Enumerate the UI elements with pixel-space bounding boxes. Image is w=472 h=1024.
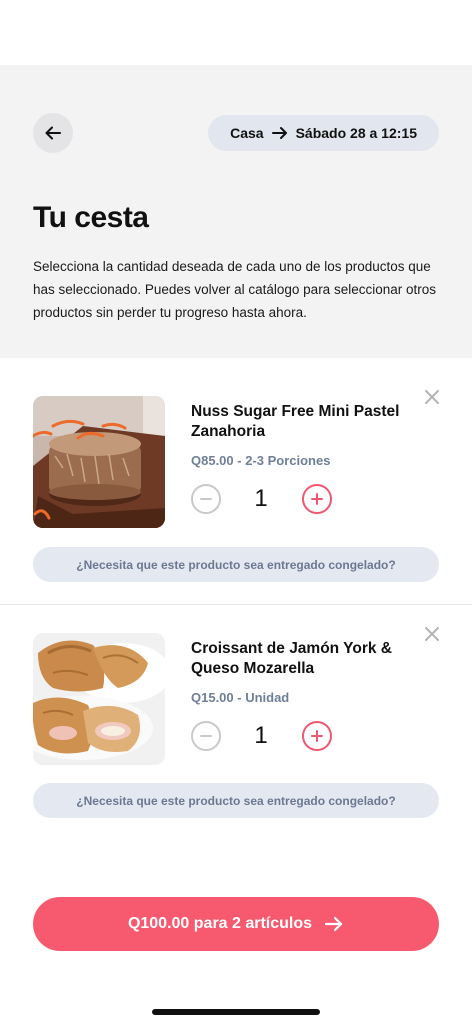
cart-item: Croissant de Jamón York & Queso Mozarell… (0, 604, 472, 844)
checkout-label: Q100.00 para 2 artículos (127, 915, 313, 932)
cart-item: Nuss Sugar Free Mini Pastel Zanahoria Q8… (0, 358, 472, 604)
delivery-location: Casa (230, 125, 264, 141)
product-price: Q85.00 - 2-3 Porciones (191, 453, 331, 468)
frozen-delivery-toggle[interactable]: ¿Necesita que este producto sea entregad… (33, 783, 439, 818)
product-image (33, 396, 165, 528)
product-image (33, 633, 165, 765)
page-description: Selecciona la cantidad deseada de cada u… (33, 259, 436, 320)
product-price: Q15.00 - Unidad (191, 690, 290, 705)
plus-icon (311, 730, 323, 742)
arrow-right-icon (324, 916, 343, 932)
frozen-delivery-toggle[interactable]: ¿Necesita que este producto sea entregad… (33, 547, 439, 582)
remove-item-button[interactable] (424, 626, 440, 642)
close-icon (425, 390, 439, 404)
quantity-value: 1 (254, 485, 268, 512)
product-name: Croissant de Jamón York & Queso Mozarell… (191, 640, 392, 677)
increase-quantity-button[interactable] (302, 484, 332, 514)
home-indicator[interactable] (152, 1009, 320, 1015)
delivery-time: Sábado 28 a 12:15 (295, 125, 417, 141)
status-bar-area (0, 0, 472, 65)
arrow-left-icon (45, 126, 61, 140)
checkout-button[interactable]: Q100.00 para 2 artículos (33, 897, 439, 951)
remove-item-button[interactable] (424, 389, 440, 405)
quantity-stepper: 1 (191, 721, 332, 751)
delivery-info-pill[interactable]: Casa Sábado 28 a 12:15 (208, 115, 439, 151)
minus-icon (200, 735, 212, 737)
back-button[interactable] (33, 113, 73, 153)
product-name: Nuss Sugar Free Mini Pastel Zanahoria (191, 403, 400, 440)
quantity-stepper: 1 (191, 484, 332, 514)
increase-quantity-button[interactable] (302, 721, 332, 751)
decrease-quantity-button[interactable] (191, 484, 221, 514)
close-icon (425, 627, 439, 641)
quantity-value: 1 (254, 722, 268, 749)
decrease-quantity-button[interactable] (191, 721, 221, 751)
cart-header: Casa Sábado 28 a 12:15 Tu cesta Seleccio… (0, 65, 472, 358)
page-title: Tu cesta (33, 201, 149, 234)
arrow-right-icon (271, 126, 288, 140)
plus-icon (311, 493, 323, 505)
minus-icon (200, 498, 212, 500)
